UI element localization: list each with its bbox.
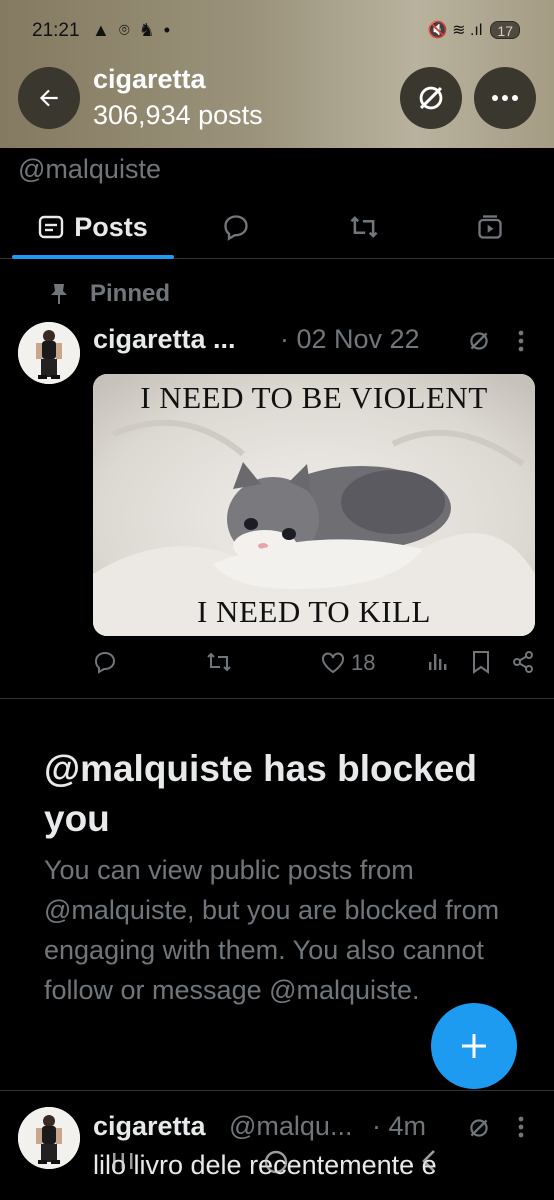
back-button[interactable] <box>18 67 80 129</box>
grok-icon <box>470 332 488 350</box>
notification-icons: ▲ ⌾ ♞ • <box>92 20 173 40</box>
media-video-icon <box>478 215 502 239</box>
home-icon <box>264 1150 288 1174</box>
status-time: 21:21 <box>32 20 80 41</box>
tab-reposts[interactable] <box>332 195 396 259</box>
header-title: cigaretta <box>93 64 206 94</box>
post-image[interactable]: I NEED TO BE VIOLENT I NEED TO KILL <box>93 374 535 636</box>
battery-indicator: 17 <box>490 21 520 39</box>
grok-icon <box>419 86 443 110</box>
pinned-label: Pinned <box>90 280 171 307</box>
active-tab-indicator <box>12 255 174 259</box>
recent-apps-icon <box>113 1153 133 1169</box>
post-author-handle: @malqu... <box>229 1111 353 1141</box>
grok-icon <box>470 1119 488 1137</box>
pin-icon <box>51 284 67 304</box>
post-menu-button[interactable] <box>517 330 525 357</box>
status-bar: 21:21 ▲ ⌾ ♞ • 🔇 ≋ .ıl 17 <box>0 18 554 46</box>
repost-button[interactable] <box>205 650 233 674</box>
like-count: 18 <box>351 650 376 675</box>
meme-bottom-text: I NEED TO KILL <box>196 594 431 629</box>
profile-tabs: Posts <box>0 195 554 259</box>
profile-header: 21:21 ▲ ⌾ ♞ • 🔇 ≋ .ıl 17 cigaretta 306,9… <box>0 0 554 148</box>
reply-icon <box>94 651 116 674</box>
signal-icons: 🔇 ≋ .ıl <box>427 22 483 39</box>
chevron-left-icon <box>422 1150 435 1172</box>
more-dots-icon <box>492 95 518 101</box>
more-options-button[interactable] <box>474 67 536 129</box>
post-author-name[interactable]: cigaretta <box>93 1111 206 1142</box>
post-date: · 02 Nov 22 <box>280 324 420 354</box>
post-menu-button[interactable] <box>517 1116 525 1143</box>
reply-button[interactable] <box>93 650 117 674</box>
tab-posts[interactable]: Posts <box>12 195 174 259</box>
post-time: · 4m <box>372 1111 426 1141</box>
replies-bubble-icon <box>224 215 248 241</box>
status-right-icons: 🔇 ≋ .ıl 17 <box>428 20 520 40</box>
grok-button[interactable] <box>400 67 462 129</box>
recent-apps-button[interactable] <box>110 1148 136 1179</box>
bookmark-icon <box>473 651 489 674</box>
post-count: 306,934 posts <box>93 100 263 130</box>
more-vertical-icon <box>518 1116 524 1138</box>
divider <box>0 698 554 699</box>
tab-replies[interactable] <box>204 195 268 259</box>
like-button[interactable]: 18 <box>321 650 375 676</box>
meme-top-text: I NEED TO BE VIOLENT <box>140 380 488 415</box>
profile-handle: @malquiste <box>18 154 161 184</box>
heart-icon <box>322 652 344 674</box>
system-navigation-bar <box>0 1140 554 1200</box>
bookmark-button[interactable] <box>471 650 491 674</box>
blocked-title: @malquiste has blocked you <box>44 748 477 839</box>
post-action-bar: 18 <box>93 650 535 686</box>
arrow-left-icon <box>39 89 58 107</box>
avatar-image <box>18 322 80 384</box>
repost-icon <box>350 216 378 238</box>
analytics-icon <box>429 654 447 670</box>
compose-post-button[interactable] <box>431 1003 517 1089</box>
home-button[interactable] <box>262 1148 290 1181</box>
tab-posts-label: Posts <box>74 211 148 242</box>
avatar[interactable] <box>18 322 80 384</box>
plus-icon <box>462 1034 486 1058</box>
blocked-body: You can view public posts from @malquist… <box>44 855 500 1005</box>
posts-tab-icon <box>39 215 64 239</box>
post-author-name[interactable]: cigaretta ... <box>93 324 236 355</box>
share-button[interactable] <box>511 650 535 674</box>
share-icon <box>513 651 533 673</box>
views-button[interactable] <box>427 650 449 672</box>
pinned-indicator: Pinned <box>50 280 170 308</box>
tab-media[interactable] <box>458 195 522 259</box>
repost-icon <box>207 652 231 672</box>
grok-post-button[interactable] <box>466 328 492 359</box>
divider <box>0 1090 554 1091</box>
back-nav-button[interactable] <box>418 1148 440 1179</box>
more-vertical-icon <box>518 330 524 352</box>
